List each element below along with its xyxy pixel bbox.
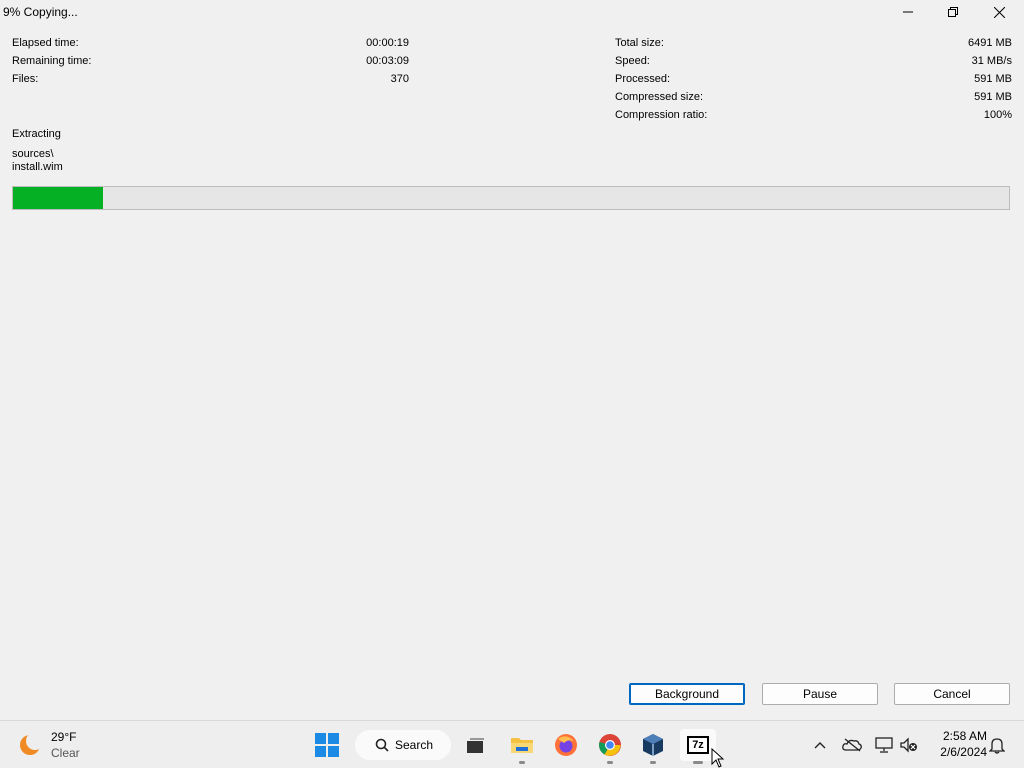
weather-widget[interactable]: 29°F Clear bbox=[12, 727, 102, 763]
compressed-size-label: Compressed size: bbox=[615, 91, 704, 103]
mouse-cursor-icon bbox=[711, 748, 724, 768]
7zip-icon: 7z bbox=[687, 736, 709, 754]
cancel-button[interactable]: Cancel bbox=[894, 683, 1010, 705]
notifications-button[interactable] bbox=[987, 735, 1007, 755]
weather-temperature: 29°F bbox=[51, 730, 77, 744]
taskbar-search[interactable]: Search bbox=[355, 730, 451, 760]
window-title: 9% Copying... bbox=[3, 5, 78, 19]
bell-icon bbox=[989, 738, 1005, 754]
remaining-time-label: Remaining time: bbox=[12, 55, 92, 67]
compression-ratio-value: 100% bbox=[983, 109, 1012, 121]
clock[interactable]: 2:58 AM 2/6/2024 bbox=[925, 729, 987, 759]
chevron-up-icon bbox=[814, 742, 826, 749]
close-button[interactable] bbox=[976, 0, 1022, 24]
chrome-icon bbox=[599, 734, 621, 756]
compressed-size-value: 591 MB bbox=[974, 91, 1012, 103]
close-icon bbox=[993, 6, 1005, 18]
file-explorer-icon bbox=[511, 738, 533, 753]
minimize-icon bbox=[903, 11, 913, 13]
elapsed-time-value: 00:00:19 bbox=[366, 37, 409, 49]
clock-date: 2/6/2024 bbox=[940, 745, 987, 759]
network-button[interactable] bbox=[874, 735, 894, 755]
firefox-button[interactable] bbox=[550, 729, 582, 761]
running-indicator bbox=[650, 761, 656, 764]
speed-label: Speed: bbox=[615, 55, 650, 67]
current-path-folder: sources\ bbox=[12, 148, 54, 160]
processed-label: Processed: bbox=[615, 73, 671, 85]
onedrive-button[interactable] bbox=[842, 735, 862, 755]
volume-muted-icon bbox=[900, 737, 917, 753]
progress-bar bbox=[12, 186, 1010, 210]
elapsed-time-label: Elapsed time: bbox=[12, 37, 79, 49]
virtualbox-button[interactable] bbox=[637, 729, 669, 764]
file-explorer-button[interactable] bbox=[506, 729, 538, 764]
remaining-time-value: 00:03:09 bbox=[366, 55, 409, 67]
compression-ratio-label: Compression ratio: bbox=[615, 109, 708, 121]
windows-start-icon bbox=[315, 733, 339, 757]
progress-bar-fill bbox=[13, 187, 103, 209]
files-value: 370 bbox=[390, 73, 409, 85]
virtualbox-icon bbox=[643, 734, 663, 756]
7zip-icon-label: 7z bbox=[692, 739, 704, 751]
active-indicator bbox=[693, 761, 703, 764]
network-icon bbox=[875, 737, 893, 753]
running-indicator bbox=[519, 761, 525, 764]
total-size-value: 6491 MB bbox=[967, 37, 1012, 49]
search-icon bbox=[375, 738, 389, 752]
volume-button[interactable] bbox=[899, 735, 919, 755]
operation-label: Extracting bbox=[12, 128, 61, 140]
processed-value: 591 MB bbox=[974, 73, 1012, 85]
chrome-button[interactable] bbox=[594, 729, 626, 764]
current-file-name: install.wim bbox=[12, 161, 63, 173]
show-hidden-icons-button[interactable] bbox=[810, 735, 830, 755]
onedrive-icon bbox=[842, 738, 862, 752]
title-bar: 9% Copying... bbox=[0, 0, 1024, 24]
pause-button[interactable]: Pause bbox=[762, 683, 878, 705]
moon-icon bbox=[20, 733, 42, 755]
task-view-button[interactable] bbox=[460, 729, 492, 761]
restore-icon bbox=[948, 7, 958, 17]
running-indicator bbox=[607, 761, 613, 764]
restore-button[interactable] bbox=[930, 0, 976, 24]
speed-value: 31 MB/s bbox=[971, 55, 1012, 67]
minimize-button[interactable] bbox=[885, 0, 931, 24]
files-label: Files: bbox=[12, 73, 39, 85]
start-button[interactable] bbox=[311, 729, 343, 761]
total-size-label: Total size: bbox=[615, 37, 664, 49]
firefox-icon bbox=[555, 734, 577, 756]
clock-time: 2:58 AM bbox=[942, 729, 987, 743]
weather-condition: Clear bbox=[51, 746, 80, 760]
taskbar: 29°F Clear Search 7z 2:58 AM 2/6/2024 bbox=[0, 720, 1024, 768]
task-view-icon bbox=[467, 738, 484, 753]
search-label: Search bbox=[395, 738, 434, 752]
background-button[interactable]: Background bbox=[629, 683, 745, 705]
